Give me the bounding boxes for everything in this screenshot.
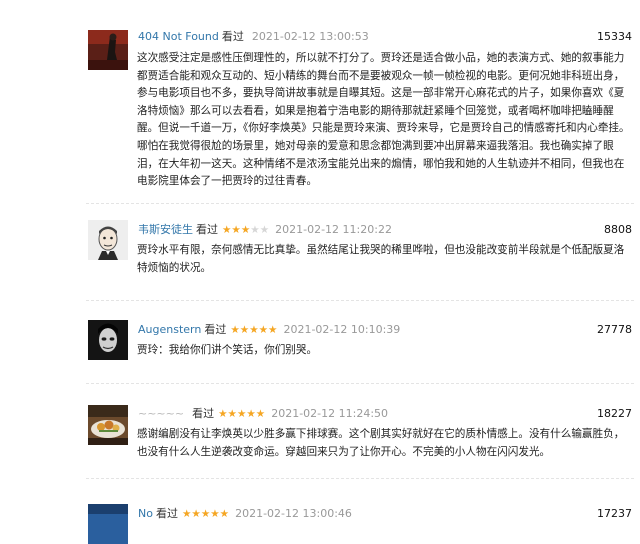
blue-photo-icon (88, 504, 128, 544)
star-icon: ★ (231, 224, 241, 236)
star-icon: ★ (240, 224, 251, 236)
avatar[interactable] (88, 220, 128, 260)
star-rating: ★★★★★ (222, 224, 269, 236)
star-icon: ★ (236, 408, 247, 420)
star-icon: ★ (255, 408, 266, 420)
review-date: 2021-02-12 11:24:50 (271, 407, 389, 420)
star-icon: ★ (239, 324, 250, 336)
divider (86, 300, 634, 301)
poster-figure-icon (88, 30, 128, 70)
food-photo-icon (88, 405, 128, 445)
star-icon: ★ (259, 224, 270, 236)
star-icon: ★ (258, 324, 269, 336)
review-date: 2021-02-12 11:20:22 (275, 223, 392, 236)
review-text: 感谢编剧没有让李焕英以少胜多赢下排球赛。这个剧其实好就好在它的质朴情感上。没有什… (137, 428, 625, 458)
review-list: 404 Not Found 看过 2021-02-12 13:00:53 15334… (0, 0, 640, 544)
star-rating: ★★★★★ (218, 408, 265, 420)
star-icon: ★ (181, 508, 192, 520)
divider (86, 478, 634, 479)
review-text: 贾玲水平有限，奈何感情无比真挚。虽然结尾让我哭的稀里哗啦，但也没能改变前半段就是… (137, 244, 625, 274)
star-icon: ★ (249, 324, 259, 336)
review-meta: No 看过 ★★★★★ 2021-02-12 13:00:46 (138, 506, 352, 522)
star-icon: ★ (218, 408, 228, 420)
useful-count[interactable]: 18227 (597, 406, 632, 422)
avatar[interactable] (88, 320, 128, 360)
useful-count[interactable]: 15334 (597, 29, 632, 45)
username-link[interactable]: Augenstern (138, 323, 201, 336)
dark-face-icon (88, 320, 128, 360)
watched-label: 看过 (204, 323, 227, 336)
watched-label: 看过 (196, 223, 218, 236)
avatar[interactable] (88, 504, 128, 544)
star-icon: ★ (250, 224, 260, 236)
review-meta: Augenstern 看过 ★★★★★ 2021-02-12 10:10:39 (138, 322, 400, 338)
cartoon-face-icon (88, 220, 128, 260)
divider (86, 203, 634, 204)
star-icon: ★ (227, 408, 237, 420)
review-meta: 404 Not Found 看过 2021-02-12 13:00:53 (138, 29, 369, 45)
star-rating: ★★★★★ (182, 508, 229, 520)
star-icon: ★ (210, 508, 220, 520)
avatar[interactable] (88, 405, 128, 445)
review-text: 这次感受注定是感性压倒理性的，所以就不打分了。贾玲还是适合做小品，她的表演方式、… (137, 52, 630, 188)
star-icon: ★ (222, 224, 232, 236)
avatar[interactable] (88, 30, 128, 70)
useful-count[interactable]: 27778 (597, 322, 632, 338)
username-link[interactable]: ~~~~~ (138, 407, 184, 420)
watched-label: 看过 (221, 30, 244, 43)
watched-label: 看过 (192, 407, 215, 420)
username-link[interactable]: 韦斯安徒生 (138, 223, 193, 236)
star-icon: ★ (230, 324, 240, 336)
useful-count[interactable]: 17237 (597, 506, 632, 522)
review-meta: ~~~~~ 看过 ★★★★★ 2021-02-12 11:24:50 (138, 406, 388, 422)
review-date: 2021-02-12 10:10:39 (283, 323, 401, 336)
star-icon: ★ (219, 508, 230, 520)
star-icon: ★ (246, 408, 256, 420)
divider (86, 383, 634, 384)
star-icon: ★ (200, 508, 211, 520)
star-icon: ★ (191, 508, 201, 520)
star-rating: ★★★★★ (230, 324, 277, 336)
review-meta: 韦斯安徒生 看过 ★★★★★ 2021-02-12 11:20:22 (138, 222, 392, 238)
username-link[interactable]: 404 Not Found (138, 30, 219, 43)
review-date: 2021-02-12 13:00:53 (251, 30, 369, 43)
useful-count[interactable]: 8808 (604, 222, 632, 238)
review-text: 贾玲：我给你们讲个笑话，你们别哭。 (137, 344, 318, 356)
star-icon: ★ (268, 324, 278, 336)
